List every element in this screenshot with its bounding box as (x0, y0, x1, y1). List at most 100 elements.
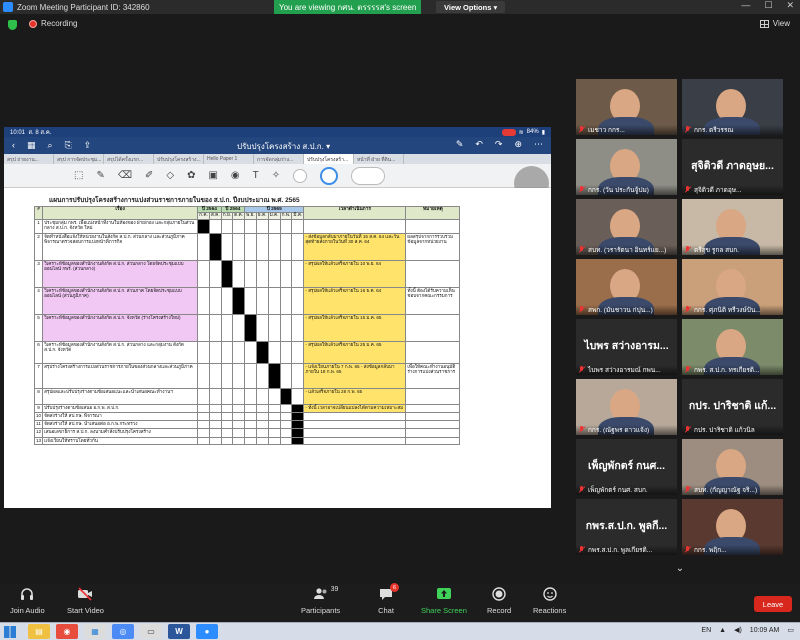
view-options-button[interactable]: View Options ▾ (436, 1, 506, 13)
timeline-cell (197, 313, 210, 342)
undo-icon[interactable]: ↶ (475, 139, 483, 150)
add-page-icon[interactable]: ⊕ (514, 139, 522, 150)
timeline-cell (291, 313, 305, 342)
encryption-shield-icon[interactable] (8, 20, 17, 30)
leave-button[interactable]: Leave (754, 596, 792, 612)
file-explorer-icon[interactable]: ▤ (28, 624, 50, 639)
row-number-cell: 2 (33, 232, 44, 261)
participant-tile[interactable]: ตรีสุข รูกล สบก. (682, 199, 783, 255)
share-screen-button[interactable]: Share Screen (421, 586, 467, 615)
back-icon[interactable]: ‹ (12, 140, 15, 151)
bookmark-icon[interactable]: ⎘ (65, 140, 72, 151)
view-button[interactable]: View (759, 19, 790, 28)
doc-tab[interactable]: ปรับปรุงโครงสร้าง... (154, 154, 204, 164)
doc-tab[interactable]: Hello Paper 1 (204, 154, 254, 164)
search-icon[interactable]: ⌕ (48, 140, 53, 151)
laser-pointer-icon[interactable]: ✧ (272, 170, 280, 181)
participant-tile[interactable]: สบท. (กัญญาณัฐ จริ...) (682, 439, 783, 495)
muted-mic-icon (579, 366, 585, 373)
store-icon[interactable]: ▦ (84, 624, 106, 639)
redo-icon[interactable]: ↷ (495, 139, 503, 150)
recording-indicator[interactable]: Recording (29, 19, 77, 28)
timeline-cell (279, 286, 293, 315)
participant-tile[interactable]: กกร. (ณัฐพร ดาวแจ้ง) (576, 379, 677, 435)
timeline-cell (208, 403, 222, 413)
participant-tile[interactable]: สุจิติวดี ภาดอุษย... สุจิติวดี ภาดอุษ... (682, 139, 783, 195)
row-number-cell: 1 (33, 218, 44, 234)
participants-button[interactable]: 39 Participants (301, 586, 340, 615)
participant-tile[interactable]: กกร. ตรีวรรณ (682, 79, 783, 135)
chat-button[interactable]: 6 Chat (378, 583, 399, 615)
minimize-icon[interactable]: — (741, 0, 750, 11)
color-swatch-selected[interactable] (320, 166, 339, 185)
timeline-cell (220, 411, 234, 421)
timeline-cell (232, 232, 246, 261)
schedule-cell: - ส่งข้อมูลกลับมาภายในวันที่ 15 ส.ค. 64 … (303, 232, 407, 261)
explorer-window-icon[interactable]: ▭ (140, 624, 162, 639)
timeline-cell (232, 436, 246, 445)
participant-tile[interactable]: กปร. ปาริชาติ แก้... กปร. ปาริชาติ แก้วนิ… (682, 379, 783, 435)
word-icon[interactable]: W (168, 624, 190, 639)
tray-clock[interactable]: 10:09 AM (750, 627, 780, 634)
reactions-button[interactable]: Reactions (533, 586, 566, 615)
doc-tab[interactable]: สรุป การจัดประชุม... (54, 154, 104, 164)
media-player-icon[interactable]: ◉ (56, 624, 78, 639)
keyboard-language[interactable]: EN (701, 627, 711, 634)
sticker-icon[interactable]: ✿ (187, 170, 195, 181)
record-button[interactable]: Record (487, 586, 511, 615)
participant-tile[interactable]: เพ็ญพักตร์ กนศ... เพ็ญพักตร์ กนศ. สบก. (576, 439, 677, 495)
timeline-cell (197, 232, 210, 261)
timeline-cell (255, 218, 269, 234)
lasso-icon[interactable]: ⬚ (74, 170, 83, 181)
muted-mic-icon (685, 546, 691, 553)
maximize-icon[interactable]: ☐ (764, 0, 772, 11)
notification-icon[interactable]: ▭ (787, 626, 794, 634)
participant-tile[interactable]: กกร. (วัน ประกันจู้ปม) (576, 139, 677, 195)
tray-network-icon[interactable]: ▲ (719, 627, 726, 634)
timeline-cell (279, 218, 293, 234)
start-video-button[interactable]: Start Video (67, 586, 104, 615)
participant-name-display: เพ็ญพักตร์ กนศ... (587, 460, 666, 472)
join-audio-button[interactable]: Join Audio (10, 586, 45, 615)
stroke-size-picker[interactable] (351, 166, 386, 185)
color-swatch-white[interactable] (293, 168, 308, 183)
tray-volume-icon[interactable]: ◀) (734, 626, 742, 634)
timeline-cell (220, 259, 234, 288)
doc-tab-active[interactable]: ปรับปรุงโครงสร้า... (304, 154, 354, 164)
muted-mic-icon (579, 426, 585, 433)
battery-level: 84% (526, 129, 539, 135)
participant-tile[interactable]: กกร. ศุภนิติ ทรีวงษ์ปัน... (682, 259, 783, 315)
doc-tab[interactable]: การจัดกลุ่มร่าง... (254, 154, 304, 164)
pen-mode-icon[interactable]: ✎ (456, 139, 464, 150)
camera-icon[interactable]: ◉ (231, 170, 240, 181)
timeline-cell (220, 313, 234, 342)
highlighter-icon[interactable]: ✐ (145, 170, 153, 181)
doc-tab[interactable]: หน้าที่ ฝ่าย ที่ดิน... (354, 154, 404, 164)
close-icon[interactable]: ✕ (786, 0, 794, 11)
participant-tile[interactable]: เมชาว กกร... (576, 79, 677, 135)
participant-tile[interactable]: กพร. ส.ป.ก. ทรเกียรติ... (682, 319, 783, 375)
grid-icon[interactable]: ▦ (27, 140, 36, 151)
col-activity-header: เรื่อง (42, 206, 199, 220)
windows-start-icon[interactable] (4, 626, 16, 638)
zoom-taskbar-icon[interactable]: ● (196, 624, 218, 639)
chrome-icon[interactable]: ◎ (112, 624, 134, 639)
more-icon[interactable]: ⋯ (534, 139, 543, 150)
pen-icon[interactable]: ✎ (96, 170, 104, 181)
participant-tile[interactable]: กพร.ส.ป.ก. พูลกี... กพร.ส.ป.ก. พูลเกียรติ… (576, 499, 677, 555)
participant-tile[interactable]: สบท. (วรารัตนา อินทร์แย...) (576, 199, 677, 255)
gallery-scroll-down-icon[interactable]: ⌄ (672, 563, 688, 575)
participant-tile[interactable]: ไบพร สว่างอารม... ไบพร สว่างอารมณ์ กพน... (576, 319, 677, 375)
shapes-icon[interactable]: ◇ (166, 170, 174, 181)
timeline-cell (244, 340, 257, 364)
text-tool-icon[interactable]: T (253, 170, 259, 181)
participant-tile[interactable]: สพก. (มันชาวน ก่ปุน...) (576, 259, 677, 315)
timeline-cell (244, 419, 257, 429)
share-icon[interactable]: ⇪ (84, 140, 92, 151)
participant-tile[interactable]: กกร. พฤิก... (682, 499, 783, 555)
doc-tab[interactable]: สรุปได้ครั้งแรก... (104, 154, 154, 164)
doc-tab[interactable]: สรุป ถ่ายงาน... (4, 154, 54, 164)
eraser-icon[interactable]: ⌫ (118, 170, 132, 181)
image-icon[interactable]: ▣ (208, 170, 217, 181)
muted-mic-icon (579, 486, 585, 493)
